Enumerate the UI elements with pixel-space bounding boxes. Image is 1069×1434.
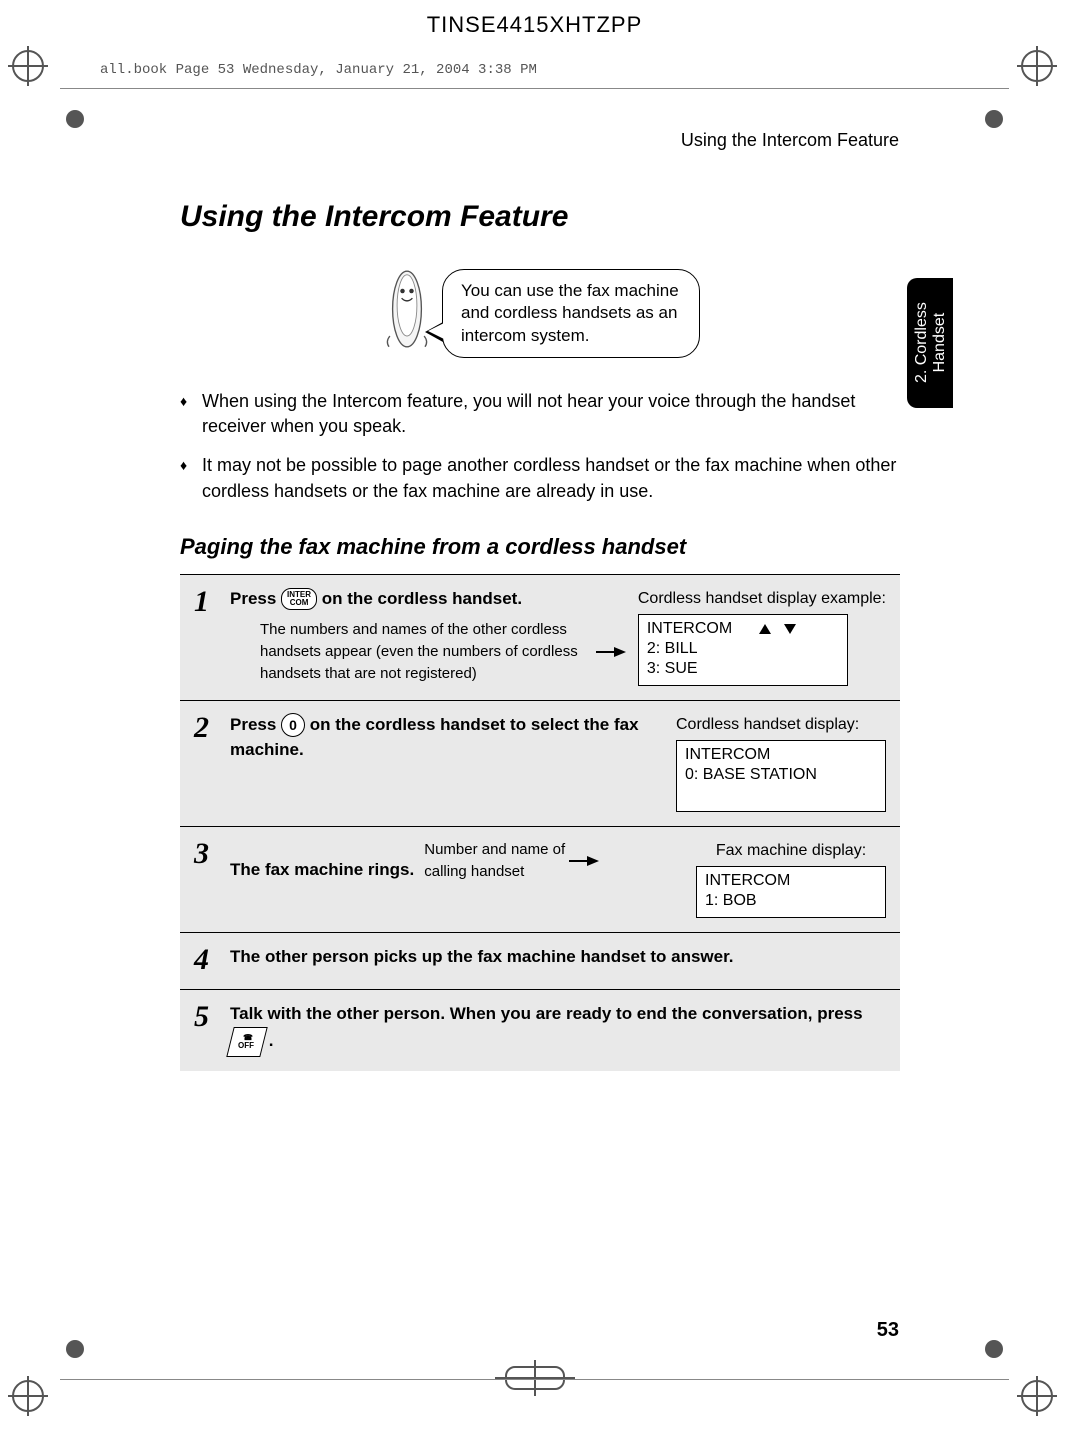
print-frame-line (60, 88, 1009, 89)
crop-mark-icon (1021, 1380, 1057, 1416)
step-number: 4 (194, 945, 226, 975)
step-row: 4 The other person picks up the fax mach… (180, 933, 900, 990)
chapter-tab: 2. CordlessHandset (907, 278, 953, 408)
step-number: 1 (194, 587, 226, 686)
step-text: The fax machine rings. (230, 858, 414, 883)
arrow-line (569, 860, 587, 862)
display-label: Fax machine display: (696, 839, 886, 862)
step-number: 3 (194, 839, 226, 918)
step-subnote: Number and name of calling handset (424, 839, 569, 883)
display-line: INTERCOM (647, 620, 732, 637)
crop-mark-icon (1021, 50, 1057, 86)
step-body: Press 0 on the cordless handset to selec… (230, 713, 886, 812)
triangle-up-icon (759, 624, 771, 634)
key-label: OFF (238, 1042, 254, 1050)
key-label: COM (287, 599, 311, 607)
page-content: Using the Intercom Feature You can use t… (180, 200, 900, 1071)
step-body: The other person picks up the fax machin… (230, 945, 886, 975)
step-number: 2 (194, 713, 226, 812)
step-subnote: The numbers and names of the other cordl… (260, 619, 596, 684)
display-line: 2: BILL (647, 640, 698, 657)
manual-page: TINSE4415XHTZPP all.book Page 53 Wednesd… (0, 0, 1069, 1434)
zero-key-icon: 0 (281, 713, 305, 737)
step-body: Press INTER COM on the cordless handset. (230, 587, 886, 686)
display-label: Cordless handset display example: (638, 587, 886, 610)
book-info: all.book Page 53 Wednesday, January 21, … (100, 62, 537, 78)
bullet-item: When using the Intercom feature, you wil… (180, 389, 900, 439)
page-title: Using the Intercom Feature (180, 200, 900, 234)
step-row: 3 The fax machine rings. Number and name… (180, 827, 900, 933)
intercom-key-icon: INTER COM (281, 588, 317, 610)
step-text: The other person picks up the fax machin… (230, 947, 734, 966)
lcd-display: INTERCOM 0: BASE STATION (676, 740, 886, 812)
center-crop-icon (505, 1366, 565, 1390)
display-line: 0: BASE STATION (685, 766, 817, 783)
crop-mark-icon (12, 1380, 48, 1416)
display-line: 1: BOB (705, 892, 757, 909)
step-text: Press (230, 715, 281, 734)
step-row: 1 Press INTER COM (180, 575, 900, 701)
lcd-display: INTERCOM 1: BOB (696, 866, 886, 918)
display-line: INTERCOM (685, 746, 770, 763)
subheading: Paging the fax machine from a cordless h… (180, 534, 900, 560)
page-number: 53 (877, 1319, 899, 1342)
arrow-right-icon (614, 647, 626, 657)
bullet-list: When using the Intercom feature, you wil… (180, 389, 900, 504)
step-body: Talk with the other person. When you are… (230, 1002, 886, 1057)
step-body: The fax machine rings. Number and name o… (230, 839, 886, 918)
step-text: on the cordless handset. (322, 589, 522, 608)
print-frame-line (60, 1379, 1009, 1380)
chapter-tab-label: 2. CordlessHandset (912, 303, 947, 384)
speech-bubble: You can use the fax machine and cordless… (442, 269, 700, 357)
arrow-right-icon (587, 856, 599, 866)
step-text: Talk with the other person. When you are… (230, 1004, 863, 1023)
off-key-icon: ☎ OFF (226, 1027, 267, 1057)
register-dot-icon (66, 1340, 84, 1358)
step-text: . (269, 1031, 274, 1050)
triangle-down-icon (784, 624, 796, 634)
step-row: 2 Press 0 on the cordless handset to sel… (180, 701, 900, 827)
step-row: 5 Talk with the other person. When you a… (180, 990, 900, 1071)
bullet-item: It may not be possible to page another c… (180, 453, 900, 503)
handset-icon (380, 264, 434, 363)
display-line: 3: SUE (647, 660, 698, 677)
doc-code: TINSE4415XHTZPP (427, 12, 643, 38)
running-head: Using the Intercom Feature (681, 130, 899, 151)
lcd-display: INTERCOM 2: BILL 3: SUE (638, 614, 848, 686)
register-dot-icon (985, 110, 1003, 128)
steps-list: 1 Press INTER COM (180, 574, 900, 1071)
register-dot-icon (66, 110, 84, 128)
register-dot-icon (985, 1340, 1003, 1358)
arrow-line (596, 651, 614, 653)
crop-mark-icon (12, 50, 48, 86)
display-label: Cordless handset display: (676, 713, 886, 736)
display-line: INTERCOM (705, 872, 790, 889)
step-text: Press (230, 589, 281, 608)
callout-row: You can use the fax machine and cordless… (180, 264, 900, 363)
step-number: 5 (194, 1002, 226, 1057)
